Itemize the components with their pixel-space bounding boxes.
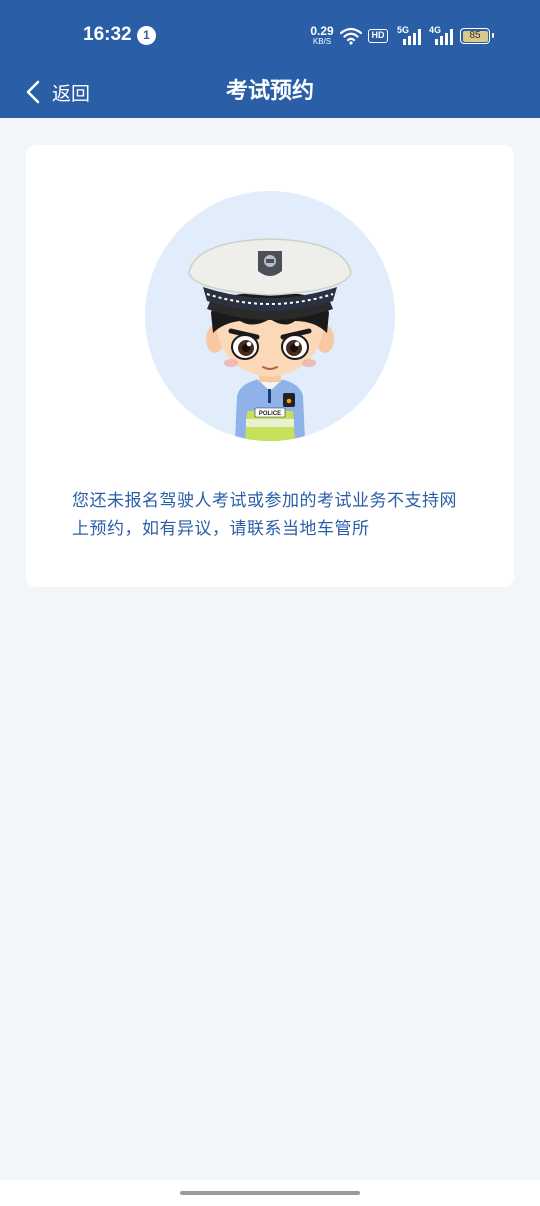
police-avatar: POLICE — [145, 191, 395, 441]
police-officer-illustration: POLICE — [188, 238, 352, 441]
status-bar: 16:32 1 0.29 KB/S HD 5G 4G 85 — [0, 0, 540, 66]
page-title: 考试预约 — [225, 79, 314, 104]
battery-icon: 85 — [460, 28, 494, 44]
navigation-bar: 返回 考试预约 — [0, 66, 540, 118]
net-speed-unit: KB/S — [312, 37, 332, 46]
police-badge-text: POLICE — [259, 411, 281, 417]
hd-icon: HD — [368, 29, 388, 43]
hd-label: HD — [371, 30, 385, 40]
app-header: 16:32 1 0.29 KB/S HD 5G 4G 85 返回 考试预约 — [0, 0, 540, 118]
signal-4g-icon: 4G — [429, 25, 455, 45]
notice-card: POLICE 您还未报名驾驶人考试或参加的考试业务不支持网上预约，如有异议，请联… — [26, 145, 514, 587]
notification-badge: 1 — [137, 26, 156, 45]
status-time: 16:32 — [83, 24, 132, 45]
notice-message: 您还未报名驾驶人考试或参加的考试业务不支持网上预约，如有异议，请联系当地车管所 — [72, 491, 457, 539]
home-indicator[interactable] — [180, 1191, 360, 1195]
wifi-icon — [340, 27, 362, 45]
battery-level: 85 — [462, 30, 488, 42]
net-speed-value: 0.29 — [310, 24, 334, 38]
signal-5g-icon: 5G — [397, 25, 423, 45]
network-speed: 0.29 KB/S — [308, 25, 336, 46]
